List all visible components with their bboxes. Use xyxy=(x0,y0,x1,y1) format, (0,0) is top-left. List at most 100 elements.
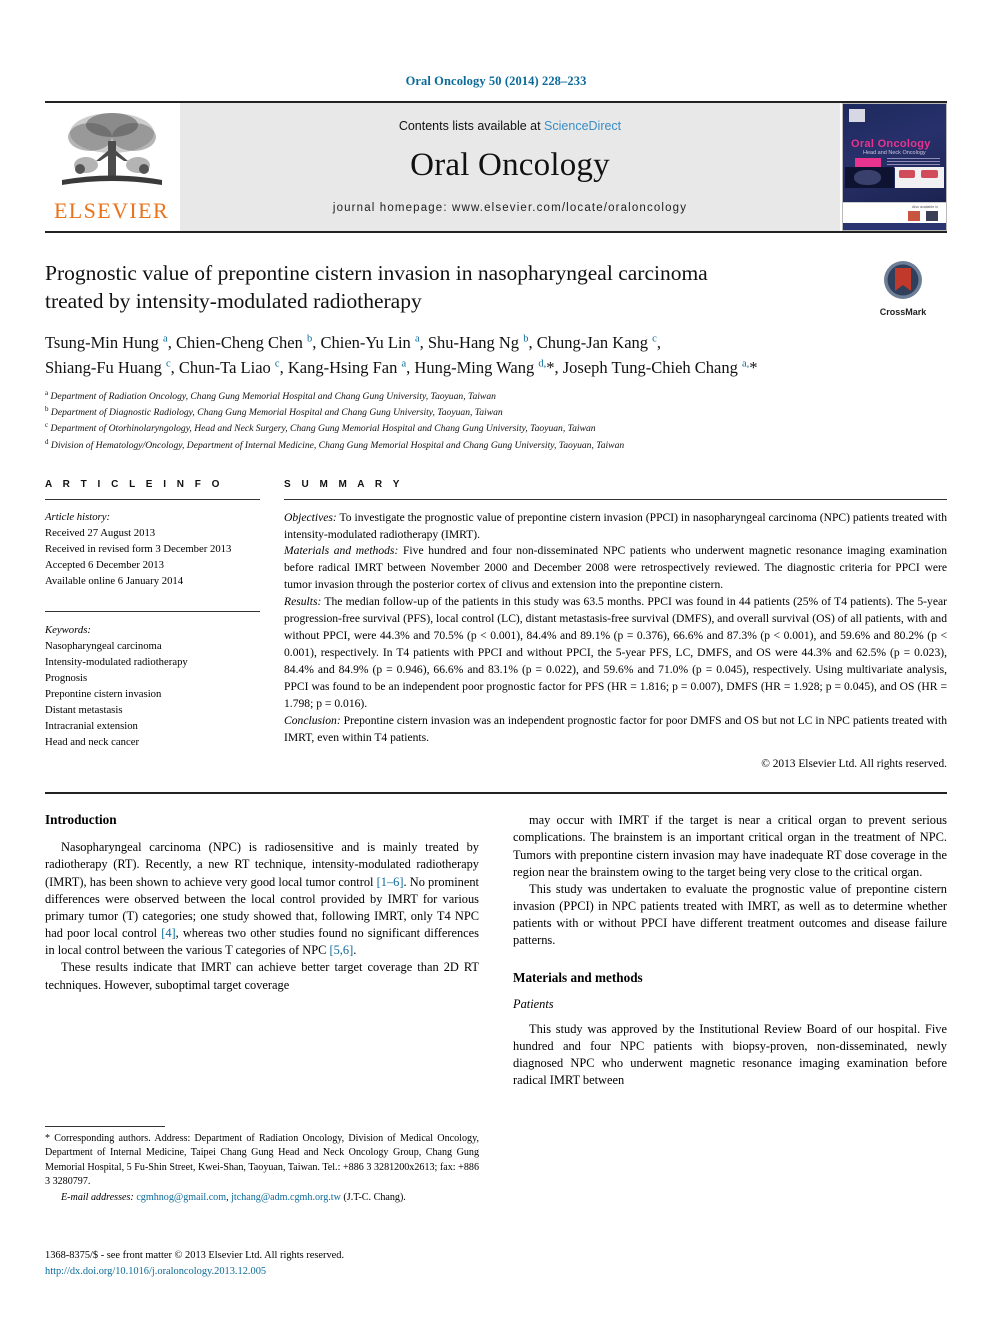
contents-lists-line: Contents lists available at ScienceDirec… xyxy=(399,119,621,133)
body-top-rule xyxy=(45,792,947,795)
contents-prefix: Contents lists available at xyxy=(398,118,545,133)
summary-conclusion: Conclusion: Prepontine cistern invasion … xyxy=(284,713,947,747)
cover-subtitle: Head and Neck Oncology xyxy=(863,150,926,157)
cover-title: Oral Oncology xyxy=(851,138,931,151)
page-title: Prognostic value of prepontine cistern i… xyxy=(45,261,708,314)
cover-pink-box xyxy=(855,158,881,168)
affiliation-item: d Division of Hematology/Oncology, Depar… xyxy=(45,437,625,451)
right-paragraph-2: This study was undertaken to evaluate th… xyxy=(513,881,947,948)
patients-heading: Patients xyxy=(513,996,554,1011)
summary-body: Objectives: To investigate the prognosti… xyxy=(284,500,947,773)
keyword-item: Prepontine cistern invasion xyxy=(45,688,162,701)
keyword-item: Head and neck cancer xyxy=(45,736,140,749)
journal-band: Contents lists available at ScienceDirec… xyxy=(180,103,840,231)
body-left-column: Introduction Nasopharyngeal carcinoma (N… xyxy=(45,812,479,1089)
cover-radiograph-image xyxy=(845,166,895,189)
body-columns: Introduction Nasopharyngeal carcinoma (N… xyxy=(45,812,947,1089)
patients-paragraph-1: This study was approved by the Instituti… xyxy=(513,1021,947,1088)
keyword-item: Distant metastasis xyxy=(45,704,123,717)
masthead-bottom-rule xyxy=(45,231,947,233)
page-footer: 1368-8375/$ - see front matter © 2013 El… xyxy=(45,1248,525,1279)
summary-column: S U M M A R Y Objectives: To investigate… xyxy=(284,479,947,773)
summary-heading: S U M M A R Y xyxy=(284,478,404,490)
elsevier-tree-icon xyxy=(61,113,162,185)
email-label: E-mail addresses: xyxy=(61,1192,134,1204)
info-summary-region: A R T I C L E I N F O Article history: R… xyxy=(45,479,947,773)
email-addresses-note: E-mail addresses: cgmhnog@gmail.com, jtc… xyxy=(45,1191,479,1205)
author-line-1: Tsung-Min Hung a, Chien-Cheng Chen b, Ch… xyxy=(45,332,661,352)
copyright-line: © 2013 Elsevier Ltd. All rights reserved… xyxy=(761,757,947,770)
corresponding-author-note: * Corresponding authors. Address: Depart… xyxy=(45,1133,479,1187)
journal-homepage[interactable]: journal homepage: www.elsevier.com/locat… xyxy=(333,202,687,214)
doi-link[interactable]: http://dx.doi.org/10.1016/j.oraloncology… xyxy=(45,1264,525,1280)
footnote-block: * Corresponding authors. Address: Depart… xyxy=(45,1126,479,1206)
issn-line: 1368-8375/$ - see front matter © 2013 El… xyxy=(45,1250,345,1261)
cover-publisher-badge xyxy=(849,109,865,122)
affiliation-item: a Department of Radiation Oncology, Chan… xyxy=(45,389,496,403)
citation-ref-5-6[interactable]: [5,6] xyxy=(329,943,353,957)
cover-icon-1 xyxy=(908,210,920,221)
journal-title: Oral Oncology xyxy=(410,146,610,183)
article-info-heading: A R T I C L E I N F O xyxy=(45,478,224,490)
citation-ref-1-6[interactable]: [1–6] xyxy=(377,875,404,889)
journal-cover-thumbnail: Oral Oncology Head and Neck Oncology Als… xyxy=(842,103,947,231)
intro-paragraph-1: Nasopharyngeal carcinoma (NPC) is radios… xyxy=(45,839,479,959)
journal-masthead: ELSEVIER Contents lists available at Sci… xyxy=(45,101,947,231)
crossmark-badge[interactable]: CrossMark xyxy=(859,259,947,317)
cover-footer: Also available in xyxy=(843,202,946,230)
cover-tiny-note: Also available in xyxy=(912,205,938,210)
objectives-label: Objectives: xyxy=(284,510,337,524)
article-page: Oral Oncology 50 (2014) 228–233 ELSEVIER… xyxy=(0,0,992,1323)
author-list: Tsung-Min Hung a, Chien-Cheng Chen b, Ch… xyxy=(45,331,947,381)
email-link-1[interactable]: cgmhnog@gmail.com xyxy=(136,1192,226,1203)
crossmark-label: CrossMark xyxy=(879,307,927,317)
summary-objectives: Objectives: To investigate the prognosti… xyxy=(284,510,947,544)
results-label: Results: xyxy=(284,595,322,609)
objectives-text: To investigate the prognostic value of p… xyxy=(284,510,947,541)
results-text: The median follow-up of the patients in … xyxy=(284,595,947,710)
cover-chart-image xyxy=(894,166,944,189)
keyword-item: Intensity-modulated radiotherapy xyxy=(45,655,188,668)
keyword-item: Prognosis xyxy=(45,672,88,684)
keyword-item: Intracranial extension xyxy=(45,720,138,733)
article-history: Article history: Received 27 August 2013… xyxy=(45,500,260,589)
running-head: Oral Oncology 50 (2014) 228–233 xyxy=(405,74,587,88)
title-block: Prognostic value of prepontine cistern i… xyxy=(45,259,947,453)
cover-icon-2 xyxy=(926,210,938,221)
body-right-column: may occur with IMRT if the target is nea… xyxy=(513,812,947,1089)
citation-ref-4[interactable]: [4] xyxy=(161,926,175,940)
introduction-heading: Introduction xyxy=(45,812,117,828)
article-info-column: A R T I C L E I N F O Article history: R… xyxy=(45,479,260,773)
conclusion-label: Conclusion: xyxy=(284,713,341,727)
intro-paragraph-2: These results indicate that IMRT can ach… xyxy=(45,960,479,992)
history-item: Accepted 6 December 2013 xyxy=(45,558,164,571)
history-item: Available online 6 January 2014 xyxy=(45,574,184,587)
intro-p1-d: . xyxy=(353,943,357,958)
affiliation-item: b Department of Diagnostic Radiology, Ch… xyxy=(45,405,503,419)
methods-label: Materials and methods: xyxy=(284,544,399,558)
cover-artwork: Oral Oncology Head and Neck Oncology xyxy=(843,104,946,203)
right-paragraph-1: may occur with IMRT if the target is nea… xyxy=(513,813,947,879)
history-item: Received 27 August 2013 xyxy=(45,526,156,539)
keyword-item: Nasopharyngeal carcinoma xyxy=(45,639,162,652)
summary-results: Results: The median follow-up of the pat… xyxy=(284,594,947,712)
keywords-label: Keywords: xyxy=(45,623,91,636)
cover-bottom-band xyxy=(843,223,946,230)
keywords-block: Keywords: Nasopharyngeal carcinoma Inten… xyxy=(45,610,260,750)
conclusion-text: Prepontine cistern invasion was an indep… xyxy=(284,713,947,744)
crossmark-icon xyxy=(884,261,922,299)
summary-methods: Materials and methods: Five hundred and … xyxy=(284,543,947,594)
elsevier-wordmark: ELSEVIER xyxy=(53,198,170,223)
footnote-rule xyxy=(45,1126,165,1127)
article-history-label: Article history: xyxy=(45,510,111,523)
author-line-2: Shiang-Fu Huang c, Chun-Ta Liao c, Kang-… xyxy=(45,357,758,377)
affiliation-item: c Department of Otorhinolaryngology, Hea… xyxy=(45,421,596,435)
affiliation-list: a Department of Radiation Oncology, Chan… xyxy=(45,388,947,452)
email-suffix: (J.T-C. Chang). xyxy=(340,1192,406,1204)
email-link-2[interactable]: jtchang@adm.cgmh.org.tw xyxy=(231,1192,341,1203)
elsevier-logo: ELSEVIER xyxy=(45,103,178,231)
history-item: Received in revised form 3 December 2013 xyxy=(45,542,232,555)
sciencedirect-link[interactable]: ScienceDirect xyxy=(544,119,621,133)
materials-methods-heading: Materials and methods xyxy=(513,969,643,985)
